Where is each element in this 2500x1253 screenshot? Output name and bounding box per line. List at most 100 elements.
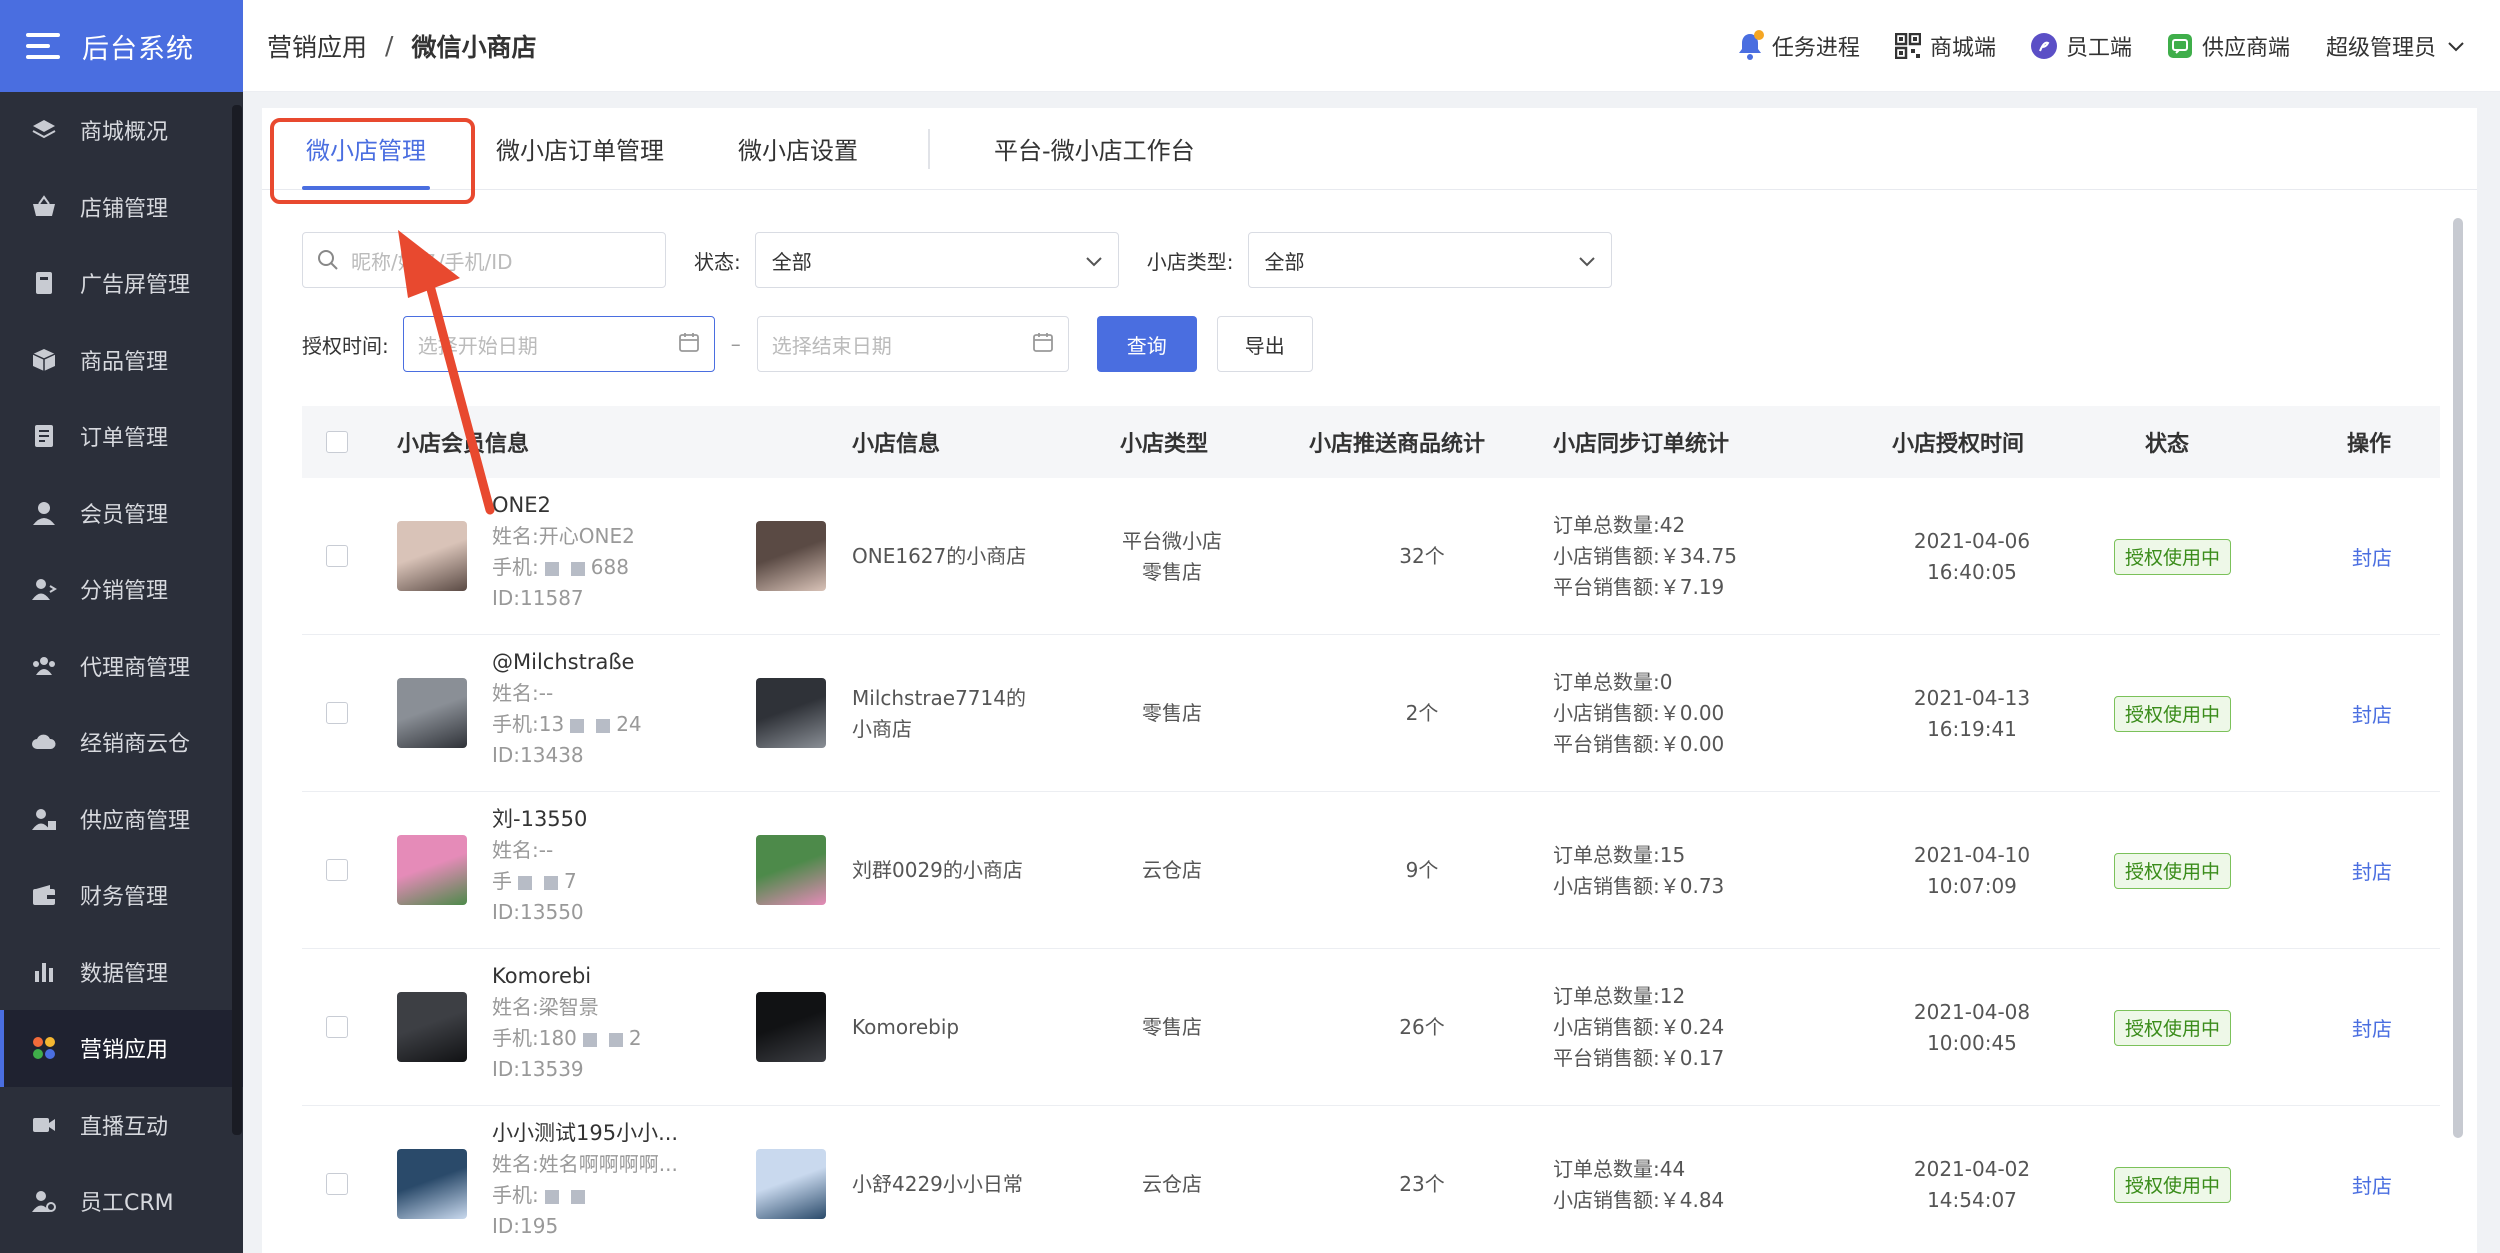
supplier-app-link[interactable]: 供应商端 [2166, 30, 2290, 62]
sidebar-item-6[interactable]: 分销管理 [0, 551, 243, 628]
start-date-placeholder: 选择开始日期 [417, 333, 538, 358]
tab-bar: 微小店管理 微小店订单管理 微小店设置 平台-微小店工作台 [262, 108, 2477, 204]
close-shop-link[interactable]: 封店 [2352, 1170, 2392, 1199]
shop-name: Komorebip [852, 1015, 960, 1039]
box-icon [30, 346, 58, 374]
sidebar-item-10[interactable]: 财务管理 [0, 857, 243, 934]
member-avatar [397, 835, 467, 905]
sidebar-item-11[interactable]: 数据管理 [0, 934, 243, 1011]
sidebar-item-13[interactable]: 直播互动 [0, 1087, 243, 1164]
close-shop-link[interactable]: 封店 [2352, 856, 2392, 885]
col-member-info: 小店会员信息 [397, 432, 530, 457]
content-scrollbar[interactable] [2453, 218, 2463, 1138]
row-checkbox[interactable] [326, 1016, 348, 1038]
staff-app-link[interactable]: 员工端 [2030, 30, 2132, 62]
calendar-icon [678, 331, 700, 358]
member-nickname: @Milchstraße [492, 650, 635, 674]
start-date-input[interactable]: 选择开始日期 [402, 316, 715, 372]
sidebar-item-3[interactable]: 商品管理 [0, 322, 243, 399]
close-shop-link[interactable]: 封店 [2352, 542, 2392, 571]
supplier-app-label: 供应商端 [2201, 35, 2290, 61]
order-stat-line: 小店销售额:￥0.00 [1553, 701, 1725, 725]
member-id: ID:13550 [492, 900, 584, 924]
member-id: ID:13438 [492, 743, 584, 767]
sidebar-item-12[interactable]: 营销应用 [0, 1010, 243, 1087]
crm-icon [30, 1187, 58, 1215]
row-checkbox[interactable] [326, 1173, 348, 1195]
row-checkbox[interactable] [326, 702, 348, 724]
mall-app-label: 商城端 [1929, 35, 1996, 61]
sidebar-item-7[interactable]: 代理商管理 [0, 628, 243, 705]
order-stat-line: 小店销售额:￥0.24 [1553, 1015, 1725, 1039]
export-button[interactable]: 导出 [1216, 316, 1313, 372]
tab-shop-settings[interactable]: 微小店设置 [714, 108, 882, 190]
sidebar-item-label: 营销应用 [80, 1038, 169, 1064]
shop-avatar [756, 992, 826, 1062]
bell-icon [1736, 29, 1764, 60]
sidebar-scrollbar[interactable] [232, 105, 242, 1135]
tab-divider [928, 128, 930, 169]
sidebar-item-label: 供应商管理 [80, 808, 191, 834]
breadcrumb-separator: / [385, 31, 394, 60]
supplier-app-icon [2166, 32, 2194, 60]
select-all-checkbox[interactable] [326, 431, 348, 453]
search-input[interactable]: 昵称/姓名/手机/ID [302, 232, 666, 288]
order-stat-line: 订单总数量:0 [1553, 670, 1673, 694]
supplier-icon [30, 805, 58, 833]
member-avatar [397, 678, 467, 748]
sidebar-item-label: 直播互动 [80, 1114, 169, 1140]
member-name: 姓名:开心ONE2 [492, 524, 635, 548]
tab-platform-workbench[interactable]: 平台-微小店工作台 [970, 108, 1219, 190]
status-select[interactable]: 全部 [754, 232, 1119, 288]
auth-date: 2021-04-02 [1913, 1156, 2031, 1181]
sidebar-item-8[interactable]: 经销商云仓 [0, 704, 243, 781]
sidebar-item-0[interactable]: 商城概况 [0, 92, 243, 169]
tab-shop-orders[interactable]: 微小店订单管理 [472, 108, 688, 190]
sidebar-item-9[interactable]: 供应商管理 [0, 781, 243, 858]
mall-app-link[interactable]: 商城端 [1894, 30, 1996, 62]
row-checkbox[interactable] [326, 545, 348, 567]
member-nickname: Komorebi [492, 964, 592, 988]
task-progress-link[interactable]: 任务进程 [1736, 29, 1860, 62]
sidebar-item-2[interactable]: 广告屏管理 [0, 245, 243, 322]
video-icon [30, 1111, 58, 1139]
sidebar-item-1[interactable]: 店铺管理 [0, 169, 243, 246]
row-checkbox[interactable] [326, 859, 348, 881]
end-date-input[interactable]: 选择结束日期 [756, 316, 1069, 372]
shop-type-select[interactable]: 全部 [1247, 232, 1612, 288]
order-icon [30, 422, 58, 450]
member-nickname: ONE2 [492, 493, 551, 517]
shop-name: Milchstrae7714的小商店 [852, 685, 1026, 741]
member-phone: 手机: [492, 1180, 692, 1211]
order-stat-line: 小店销售额:￥0.73 [1553, 873, 1725, 898]
query-button[interactable]: 查询 [1096, 316, 1197, 372]
table-row: 刘-13550 姓名:-- 手7 ID:13550 刘群0029的小商店 云仓店… [302, 792, 2440, 949]
shop-type-value: 全部 [1264, 249, 1305, 274]
shop-avatar [756, 1149, 826, 1219]
close-shop-link[interactable]: 封店 [2352, 1013, 2392, 1042]
wallet-icon [30, 881, 58, 909]
shop-name: ONE1627的小商店 [852, 544, 1027, 568]
member-nickname: 刘-13550 [492, 807, 588, 831]
sidebar-item-4[interactable]: 订单管理 [0, 398, 243, 475]
member-avatar [397, 521, 467, 591]
sidebar-item-label: 订单管理 [80, 426, 169, 452]
sidebar-item-label: 商城概况 [80, 120, 169, 146]
basket-icon [30, 193, 58, 221]
hamburger-menu-icon[interactable] [26, 33, 60, 59]
col-action: 操作 [2347, 432, 2392, 457]
pushed-goods-count: 32个 [1399, 544, 1445, 568]
end-date-placeholder: 选择结束日期 [771, 333, 892, 358]
sidebar-item-14[interactable]: 员工CRM [0, 1163, 243, 1240]
auth-date: 2021-04-13 [1913, 685, 2031, 710]
admin-dropdown[interactable]: 超级管理员 [2326, 30, 2464, 62]
staff-app-label: 员工端 [2065, 35, 2132, 61]
tab-highlight-box [270, 118, 475, 204]
sidebar-item-label: 财务管理 [80, 885, 169, 911]
shop-name: 小舒4229小小日常 [852, 1172, 1023, 1196]
member-avatar [397, 992, 467, 1062]
table-row: Komorebi 姓名:梁智景 手机:180 2 ID:13539 Komoreb… [302, 949, 2440, 1106]
breadcrumb-parent[interactable]: 营销应用 [267, 28, 367, 64]
sidebar-item-5[interactable]: 会员管理 [0, 475, 243, 552]
close-shop-link[interactable]: 封店 [2352, 699, 2392, 728]
